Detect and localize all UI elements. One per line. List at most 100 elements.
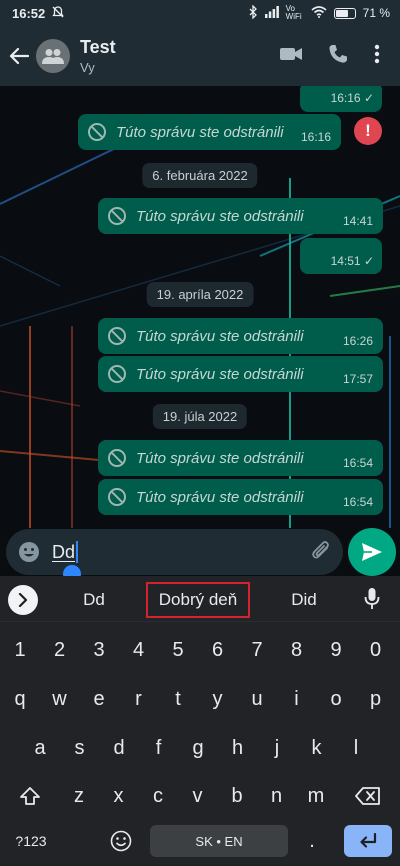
error-alert-icon[interactable]: ! bbox=[354, 117, 382, 145]
send-icon bbox=[362, 543, 382, 561]
key-b[interactable]: b bbox=[219, 776, 255, 816]
message-text: Túto správu ste odstránili bbox=[136, 365, 304, 383]
symbols-key[interactable]: ?123 bbox=[6, 825, 56, 857]
keyboard-row-3: zxcvbnm bbox=[0, 776, 400, 816]
key-f[interactable]: f bbox=[141, 728, 177, 768]
message-time: 14:51 bbox=[330, 254, 361, 268]
key-i[interactable]: i bbox=[279, 679, 315, 719]
send-button[interactable] bbox=[348, 528, 396, 576]
keyboard-row-1: qwertyuiop bbox=[0, 679, 400, 719]
key-c[interactable]: c bbox=[140, 776, 176, 816]
message-time: 17:57 bbox=[342, 372, 373, 386]
chevron-right-icon[interactable] bbox=[8, 585, 38, 615]
key-a[interactable]: a bbox=[22, 728, 58, 768]
signal-icon bbox=[264, 5, 279, 21]
key-m[interactable]: m bbox=[298, 776, 334, 816]
emoji-key-icon[interactable] bbox=[106, 825, 136, 857]
period-key[interactable]: . bbox=[300, 825, 324, 857]
message-bubble[interactable]: 16:16 ✓ bbox=[300, 86, 382, 112]
date-separator: 6. februára 2022 bbox=[142, 163, 258, 188]
key-l[interactable]: l bbox=[338, 728, 374, 768]
message-bubble[interactable]: Túto správu ste odstránili 14:41 bbox=[98, 198, 383, 234]
message-bubble[interactable]: Túto správu ste odstránili 16:16 bbox=[78, 114, 341, 150]
key-0[interactable]: 0 bbox=[358, 630, 394, 670]
space-key[interactable]: SK • EN bbox=[150, 825, 288, 857]
attach-icon[interactable] bbox=[311, 539, 331, 566]
key-y[interactable]: y bbox=[200, 679, 236, 719]
key-r[interactable]: r bbox=[121, 679, 157, 719]
microphone-icon[interactable] bbox=[364, 587, 380, 616]
key-j[interactable]: j bbox=[259, 728, 295, 768]
key-u[interactable]: u bbox=[239, 679, 275, 719]
key-o[interactable]: o bbox=[318, 679, 354, 719]
date-separator: 19. apríla 2022 bbox=[146, 282, 254, 307]
message-text: Túto správu ste odstránili bbox=[136, 327, 304, 345]
key-t[interactable]: t bbox=[160, 679, 196, 719]
key-h[interactable]: h bbox=[220, 728, 256, 768]
enter-icon bbox=[360, 833, 377, 848]
message-list[interactable]: 16:16 ✓ Túto správu ste odstránili 16:16… bbox=[0, 86, 400, 528]
group-avatar[interactable] bbox=[36, 39, 70, 73]
backspace-key-icon[interactable] bbox=[350, 776, 386, 816]
voice-call-icon[interactable] bbox=[328, 44, 348, 69]
key-p[interactable]: p bbox=[358, 679, 394, 719]
vowifi-label: Vo WiFi bbox=[285, 4, 302, 21]
key-7[interactable]: 7 bbox=[239, 630, 275, 670]
key-3[interactable]: 3 bbox=[81, 630, 117, 670]
message-input-text: Dd bbox=[52, 541, 76, 562]
chat-header: Test Vy bbox=[0, 26, 400, 86]
chat-title-box[interactable]: Test Vy bbox=[80, 37, 116, 75]
key-6[interactable]: 6 bbox=[200, 630, 236, 670]
key-s[interactable]: s bbox=[62, 728, 98, 768]
key-w[interactable]: w bbox=[42, 679, 78, 719]
key-5[interactable]: 5 bbox=[160, 630, 196, 670]
enter-key[interactable] bbox=[344, 825, 392, 857]
message-bubble[interactable]: 14:51 ✓ bbox=[300, 238, 382, 274]
suggestion-3[interactable]: Did bbox=[264, 582, 344, 618]
deleted-message-icon bbox=[108, 327, 126, 345]
back-arrow-icon[interactable] bbox=[8, 45, 30, 67]
key-e[interactable]: e bbox=[81, 679, 117, 719]
battery-percent: 71 % bbox=[362, 6, 390, 20]
key-4[interactable]: 4 bbox=[121, 630, 157, 670]
chat-subtitle: Vy bbox=[80, 60, 95, 75]
battery-icon bbox=[333, 7, 356, 19]
soft-keyboard: Dd Dobrý deň Did 1234567890 qwertyuiop a… bbox=[0, 576, 400, 866]
key-k[interactable]: k bbox=[299, 728, 335, 768]
message-text: Túto správu ste odstránili bbox=[136, 449, 304, 467]
composer: Dd bbox=[0, 528, 400, 583]
message-time: 16:16 bbox=[330, 91, 361, 105]
message-bubble[interactable]: Túto správu ste odstránili 17:57 bbox=[98, 356, 383, 392]
deleted-message-icon bbox=[108, 207, 126, 225]
message-time: 16:54 bbox=[342, 495, 373, 509]
video-call-icon[interactable] bbox=[280, 46, 302, 67]
key-d[interactable]: d bbox=[101, 728, 137, 768]
message-bubble[interactable]: Túto správu ste odstránili 16:54 bbox=[98, 479, 383, 515]
whatsapp-chat-screen: 16:52 Vo WiFi 71 % Test Vy 16:16 ✓ Túto … bbox=[0, 0, 400, 866]
message-bubble[interactable]: Túto správu ste odstránili 16:26 bbox=[98, 318, 383, 354]
key-x[interactable]: x bbox=[101, 776, 137, 816]
keyboard-row-numbers: 1234567890 bbox=[0, 630, 400, 670]
key-1[interactable]: 1 bbox=[2, 630, 38, 670]
more-options-icon[interactable] bbox=[374, 44, 380, 69]
shift-key-icon[interactable] bbox=[12, 776, 48, 816]
key-8[interactable]: 8 bbox=[279, 630, 315, 670]
key-z[interactable]: z bbox=[61, 776, 97, 816]
text-cursor bbox=[76, 541, 79, 563]
key-g[interactable]: g bbox=[180, 728, 216, 768]
deleted-message-icon bbox=[108, 488, 126, 506]
key-v[interactable]: v bbox=[180, 776, 216, 816]
key-q[interactable]: q bbox=[2, 679, 38, 719]
suggestion-bar: Dd Dobrý deň Did bbox=[0, 576, 400, 622]
chat-title: Test bbox=[80, 37, 116, 57]
key-2[interactable]: 2 bbox=[42, 630, 78, 670]
key-9[interactable]: 9 bbox=[318, 630, 354, 670]
sent-check-icon: ✓ bbox=[363, 254, 374, 268]
suggestion-2[interactable]: Dobrý deň bbox=[146, 582, 250, 618]
key-n[interactable]: n bbox=[259, 776, 295, 816]
emoji-icon[interactable] bbox=[18, 541, 40, 563]
message-bubble[interactable]: Túto správu ste odstránili 16:54 bbox=[98, 440, 383, 476]
message-time: 16:16 bbox=[300, 130, 331, 144]
suggestion-1[interactable]: Dd bbox=[54, 582, 134, 618]
message-input[interactable]: Dd bbox=[6, 529, 343, 575]
